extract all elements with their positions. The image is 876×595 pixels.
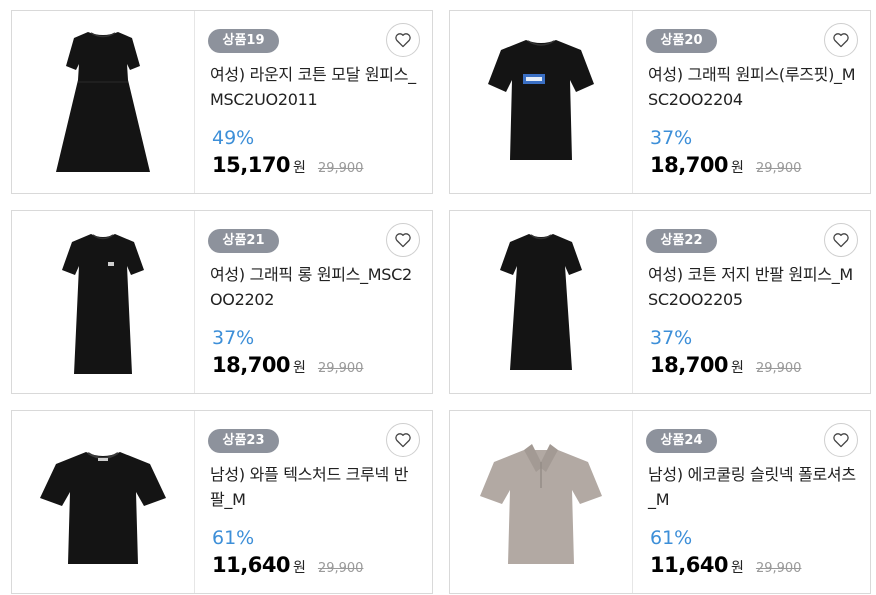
heart-outline-icon	[395, 233, 411, 248]
wishlist-button[interactable]	[824, 223, 858, 257]
product-image-21[interactable]	[12, 211, 194, 393]
price-row: 18,700 원 29,900	[650, 353, 801, 377]
heart-outline-icon	[833, 433, 849, 448]
currency-label: 원	[731, 560, 744, 576]
sale-price: 11,640	[212, 553, 291, 577]
price-row: 11,640 원 29,900	[650, 553, 801, 577]
product-image-19[interactable]	[12, 11, 194, 193]
price-row: 11,640 원 29,900	[212, 553, 363, 577]
original-price: 29,900	[317, 161, 364, 176]
product-title[interactable]: 여성) 그래픽 롱 원피스_MSC2OO2202	[210, 262, 422, 312]
currency-label: 원	[293, 160, 306, 176]
discount-rate: 61%	[212, 527, 255, 549]
card-divider	[194, 11, 195, 193]
product-card-22[interactable]: 상품22 여성) 코튼 저지 반팔 원피스_MSC2OO2205 37% 18,…	[449, 210, 871, 394]
wishlist-button[interactable]	[386, 223, 420, 257]
sale-price: 18,700	[212, 353, 291, 377]
black-long-dress-image	[62, 234, 144, 374]
product-image-20[interactable]	[450, 11, 632, 193]
original-price: 29,900	[755, 361, 802, 376]
sale-price: 18,700	[650, 353, 729, 377]
currency-label: 원	[293, 360, 306, 376]
wishlist-button[interactable]	[386, 423, 420, 457]
currency-label: 원	[731, 360, 744, 376]
product-title[interactable]: 여성) 그래픽 원피스(루즈핏)_MSC2OO2204	[648, 62, 860, 112]
product-badge: 상품24	[646, 429, 717, 453]
discount-rate: 37%	[212, 327, 255, 349]
product-badge: 상품23	[208, 429, 279, 453]
product-badge: 상품20	[646, 29, 717, 53]
black-tshirt-dress-graphic-image	[488, 40, 594, 160]
product-badge: 상품21	[208, 229, 279, 253]
product-card-19[interactable]: 상품19 여성) 라운지 코튼 모달 원피스_MSC2UO2011 49% 15…	[11, 10, 433, 194]
sale-price: 15,170	[212, 153, 291, 177]
black-jersey-dress-image	[500, 234, 582, 370]
card-divider	[632, 11, 633, 193]
product-image-24[interactable]	[450, 411, 632, 593]
price-row: 18,700 원 29,900	[650, 153, 801, 177]
product-title[interactable]: 여성) 라운지 코튼 모달 원피스_MSC2UO2011	[210, 62, 422, 112]
wishlist-button[interactable]	[386, 23, 420, 57]
product-badge: 상품22	[646, 229, 717, 253]
product-image-22[interactable]	[450, 211, 632, 393]
card-divider	[194, 411, 195, 593]
product-card-23[interactable]: 상품23 남성) 와플 텍스처드 크루넥 반팔_M 61% 11,640 원 2…	[11, 410, 433, 594]
discount-rate: 49%	[212, 127, 255, 149]
heart-outline-icon	[833, 233, 849, 248]
product-title[interactable]: 남성) 와플 텍스처드 크루넥 반팔_M	[210, 462, 422, 512]
heart-outline-icon	[395, 433, 411, 448]
wishlist-button[interactable]	[824, 423, 858, 457]
original-price: 29,900	[317, 561, 364, 576]
product-image-23[interactable]	[12, 411, 194, 593]
black-tiered-dress-image	[56, 32, 150, 172]
original-price: 29,900	[755, 161, 802, 176]
original-price: 29,900	[755, 561, 802, 576]
black-crewneck-tee-image	[40, 452, 166, 564]
product-badge: 상품19	[208, 29, 279, 53]
discount-rate: 61%	[650, 527, 693, 549]
currency-label: 원	[293, 560, 306, 576]
card-divider	[632, 211, 633, 393]
card-divider	[632, 411, 633, 593]
currency-label: 원	[731, 160, 744, 176]
sale-price: 11,640	[650, 553, 729, 577]
product-card-24[interactable]: 상품24 남성) 에코쿨링 슬릿넥 폴로셔츠_M 61% 11,640 원 29…	[449, 410, 871, 594]
product-title[interactable]: 남성) 에코쿨링 슬릿넥 폴로셔츠_M	[648, 462, 860, 512]
card-divider	[194, 211, 195, 393]
original-price: 29,900	[317, 361, 364, 376]
price-row: 18,700 원 29,900	[212, 353, 363, 377]
grey-polo-shirt-image	[480, 444, 602, 564]
product-card-21[interactable]: 상품21 여성) 그래픽 롱 원피스_MSC2OO2202 37% 18,700…	[11, 210, 433, 394]
sale-price: 18,700	[650, 153, 729, 177]
price-row: 15,170 원 29,900	[212, 153, 363, 177]
heart-outline-icon	[833, 33, 849, 48]
wishlist-button[interactable]	[824, 23, 858, 57]
product-card-20[interactable]: 상품20 여성) 그래픽 원피스(루즈핏)_MSC2OO2204 37% 18,…	[449, 10, 871, 194]
heart-outline-icon	[395, 33, 411, 48]
product-title[interactable]: 여성) 코튼 저지 반팔 원피스_MSC2OO2205	[648, 262, 860, 312]
discount-rate: 37%	[650, 327, 693, 349]
discount-rate: 37%	[650, 127, 693, 149]
